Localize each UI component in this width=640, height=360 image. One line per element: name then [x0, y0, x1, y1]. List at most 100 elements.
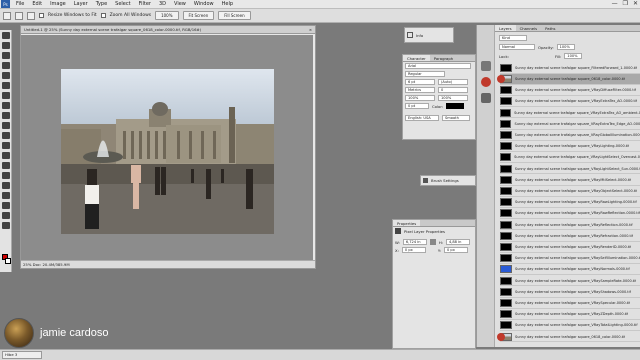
- history-icon[interactable]: [481, 93, 491, 103]
- layer-row[interactable]: Sunny day external scene trafalgar squar…: [500, 186, 640, 197]
- path-select-tool-icon[interactable]: [1, 192, 10, 199]
- gradient-tool-icon[interactable]: [1, 142, 10, 149]
- layer-row[interactable]: Sunny day external scene trafalgar squar…: [500, 85, 640, 97]
- vertical-scale-field[interactable]: 100%: [405, 95, 435, 101]
- menu-window[interactable]: Window: [190, 1, 218, 7]
- blur-tool-icon[interactable]: [1, 152, 10, 159]
- layer-row[interactable]: Sunny day external scene trafalgar squar…: [500, 130, 640, 141]
- layer-row[interactable]: Sunny day external scene trafalgar squar…: [500, 209, 640, 220]
- layer-row[interactable]: Sunny day external scene trafalgar squar…: [500, 321, 640, 332]
- info-icon[interactable]: [407, 32, 413, 38]
- zoom-out-icon[interactable]: [27, 11, 35, 20]
- horizontal-scale-field[interactable]: 100%: [438, 95, 468, 101]
- quick-select-tool-icon[interactable]: [1, 62, 10, 69]
- dodge-tool-icon[interactable]: [1, 162, 10, 169]
- layer-row[interactable]: Sunny day external scene trafalgar squar…: [500, 175, 640, 186]
- minimize-button[interactable]: —: [612, 0, 618, 7]
- layer-row[interactable]: Sunny day external scene trafalgar squar…: [500, 231, 640, 242]
- restore-button[interactable]: ❐: [623, 0, 628, 7]
- menu-help[interactable]: Help: [218, 1, 237, 7]
- close-icon[interactable]: ×: [309, 26, 312, 33]
- move-tool-icon[interactable]: [1, 32, 10, 39]
- eraser-tool-icon[interactable]: [1, 132, 10, 139]
- width-field[interactable]: 6,724 in: [402, 239, 427, 245]
- leading-field[interactable]: (Auto): [438, 79, 468, 85]
- taskbar-item[interactable]: Hibe 3: [2, 351, 42, 359]
- kerning-field[interactable]: Metrics: [405, 87, 435, 93]
- layer-style-icon[interactable]: [481, 61, 491, 71]
- layer-row[interactable]: Sunny day external scene trafalgar squar…: [500, 153, 640, 164]
- menu-layer[interactable]: Layer: [70, 1, 92, 7]
- menu-file[interactable]: File: [12, 1, 28, 7]
- menu-select[interactable]: Select: [111, 1, 134, 7]
- lasso-tool-icon[interactable]: [1, 52, 10, 59]
- close-button[interactable]: ✕: [633, 0, 638, 7]
- tab-paths[interactable]: Paths: [541, 25, 559, 31]
- layer-row[interactable]: Sunny day external scene trafalgar squar…: [500, 253, 640, 265]
- layer-row[interactable]: Sunny day external scene trafalgar squar…: [500, 141, 640, 153]
- layer-row[interactable]: Sunny day external scene trafalgar squar…: [500, 276, 640, 287]
- text-color-swatch[interactable]: [446, 103, 465, 109]
- zoom-all-checkbox[interactable]: [100, 13, 106, 18]
- layer-row[interactable]: Sunny day external scene trafalgar squar…: [500, 119, 640, 130]
- layer-row[interactable]: Sunny day external scene trafalgar squar…: [500, 63, 640, 74]
- brush-settings-icon[interactable]: [423, 178, 428, 183]
- eye-icon[interactable]: [497, 332, 505, 341]
- history-brush-tool-icon[interactable]: [1, 122, 10, 129]
- font-size-field[interactable]: 6 pt: [405, 79, 435, 85]
- font-style-field[interactable]: Regular: [405, 71, 445, 77]
- tab-character[interactable]: Character: [403, 55, 430, 61]
- layer-row[interactable]: Sunny day external scene trafalgar squar…: [500, 97, 640, 108]
- zoom-in-icon[interactable]: [15, 11, 23, 20]
- menu-image[interactable]: Image: [46, 1, 70, 7]
- layer-row[interactable]: Sunny day external scene trafalgar squar…: [500, 108, 640, 119]
- menu-type[interactable]: Type: [92, 1, 111, 7]
- background-color-swatch[interactable]: [5, 258, 11, 264]
- menu-edit[interactable]: Edit: [28, 1, 46, 7]
- zoom-tool-icon[interactable]: [1, 222, 10, 229]
- resize-windows-checkbox[interactable]: [39, 13, 44, 18]
- pen-tool-icon[interactable]: [1, 172, 10, 179]
- record-icon[interactable]: [481, 77, 491, 87]
- type-tool-icon[interactable]: [1, 182, 10, 189]
- brush-tool-icon[interactable]: [1, 102, 10, 109]
- document-tab[interactable]: Untitled-1 @ 25% (Sunny day external sce…: [21, 26, 315, 34]
- layer-row[interactable]: Sunny day external scene trafalgar squar…: [500, 220, 640, 231]
- menu-3d[interactable]: 3D: [155, 1, 170, 7]
- marquee-tool-icon[interactable]: [1, 42, 10, 49]
- font-family-field[interactable]: Arial: [405, 63, 471, 69]
- layer-row[interactable]: Sunny day external scene trafalgar squar…: [500, 197, 640, 209]
- anti-alias-select[interactable]: Smooth: [442, 115, 470, 121]
- layer-row[interactable]: Sunny day external scene trafalgar squar…: [500, 164, 640, 175]
- layer-row[interactable]: Sunny day external scene trafalgar squar…: [500, 298, 640, 309]
- layer-row[interactable]: Sunny day external scene trafalgar squar…: [500, 265, 640, 276]
- layer-row[interactable]: Sunny day external scene trafalgar squar…: [500, 242, 640, 253]
- menu-filter[interactable]: Filter: [135, 1, 155, 7]
- fit-screen-button[interactable]: Fit Screen: [182, 11, 215, 20]
- opacity-field[interactable]: 100%: [556, 44, 575, 50]
- clone-stamp-tool-icon[interactable]: [1, 112, 10, 119]
- hand-tool-icon[interactable]: [1, 212, 10, 219]
- layer-row[interactable]: Sunny day external scene trafalgar squar…: [500, 287, 640, 298]
- tracking-field[interactable]: 0: [438, 87, 468, 93]
- language-select[interactable]: English: USA: [405, 115, 439, 121]
- tab-layers[interactable]: Layers: [495, 25, 516, 31]
- crop-tool-icon[interactable]: [1, 72, 10, 79]
- tab-paragraph[interactable]: Paragraph: [430, 55, 457, 61]
- fill-field[interactable]: 100%: [564, 53, 583, 59]
- baseline-shift-field[interactable]: 0 pt: [405, 103, 429, 109]
- zoom-100-button[interactable]: 100%: [155, 11, 179, 20]
- x-field[interactable]: 0 px: [401, 247, 426, 253]
- shape-tool-icon[interactable]: [1, 202, 10, 209]
- eyedropper-tool-icon[interactable]: [1, 82, 10, 89]
- tab-channels[interactable]: Channels: [516, 25, 542, 31]
- canvas-area[interactable]: [21, 35, 313, 261]
- y-field[interactable]: 0 px: [444, 247, 468, 253]
- zoom-tool-icon[interactable]: [3, 11, 11, 20]
- link-icon[interactable]: [429, 239, 436, 245]
- layer-row[interactable]: Sunny day external scene trafalgar squar…: [500, 309, 640, 321]
- menu-view[interactable]: View: [170, 1, 190, 7]
- layer-row[interactable]: Sunny day external scene trafalgar squar…: [500, 74, 640, 85]
- blend-mode-select[interactable]: Normal: [499, 44, 535, 50]
- layer-kind-filter[interactable]: Kind: [499, 35, 527, 41]
